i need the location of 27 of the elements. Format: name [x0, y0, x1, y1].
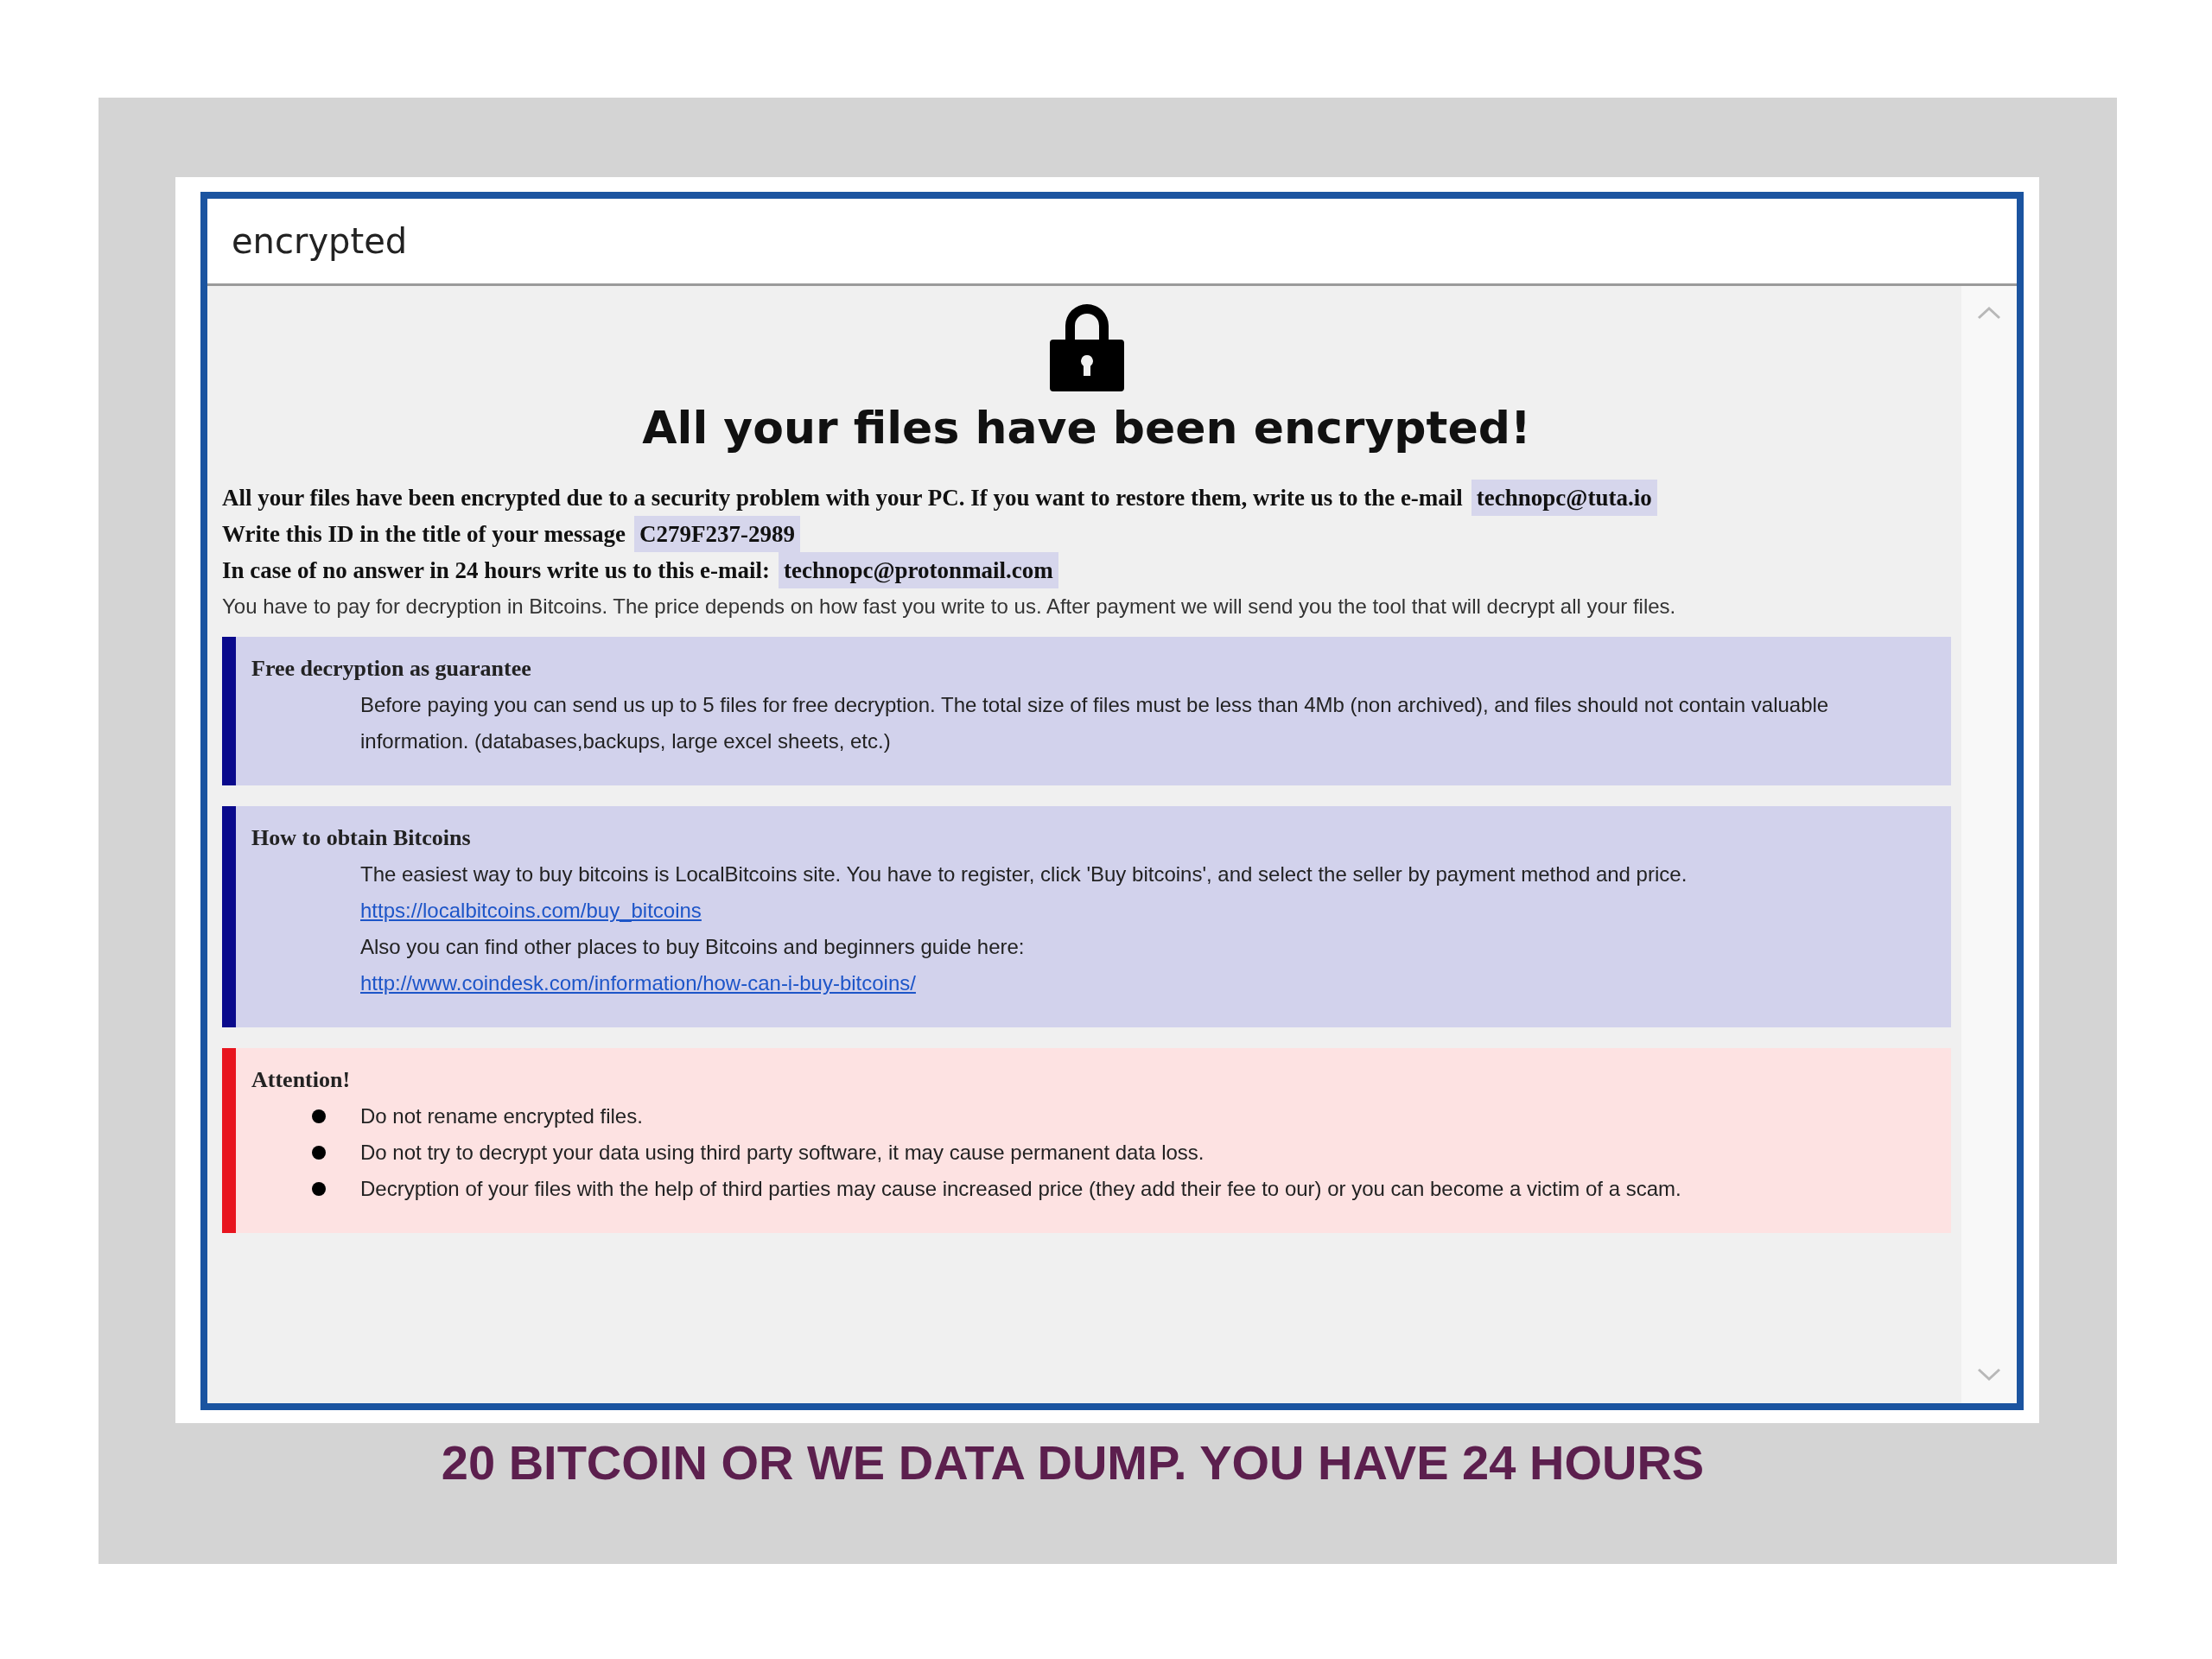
section-title: Free decryption as guarantee	[251, 655, 532, 683]
scroll-up-icon[interactable]	[1976, 305, 2002, 321]
contact-value: technopc@protonmail.com	[779, 552, 1058, 588]
payment-text: You have to pay for decryption in Bitcoins. The price depends on how fast you write to us. After payment we will send you the tool that will decrypt all your files.	[222, 594, 1677, 620]
window-title: encrypted	[232, 221, 408, 261]
section-title: Attention!	[251, 1066, 352, 1094]
scroll-down-icon[interactable]	[1976, 1367, 2002, 1382]
contact-label: In case of no answer in 24 hours write us to this e-mail:	[222, 556, 770, 585]
slide-caption: 20 BITCOIN OR WE DATA DUMP. YOU HAVE 24 HOURS	[441, 1434, 1706, 1491]
bullet-icon	[312, 1146, 326, 1160]
note-heading: All your files have been encrypted!	[641, 402, 1532, 454]
bullet-text: Do not rename encrypted files.	[360, 1103, 643, 1129]
bullet-icon	[312, 1182, 326, 1196]
scrollbar[interactable]	[1961, 286, 2017, 1403]
bullet-icon	[312, 1109, 326, 1123]
bullet-text: Decryption of your files with the help of third parties may cause increased price (they add their fee to our) or you can become a victim of a scam.	[360, 1176, 1681, 1202]
contact-label: All your files have been encrypted due to a security problem with your PC. If you want to restore them, write us to the e-mail	[222, 484, 1463, 512]
contact-label: Write this ID in the title of your message	[222, 520, 626, 549]
contact-value: C279F237-2989	[633, 516, 800, 552]
section-text: Also you can find other places to buy Bitcoins and beginners guide here:	[359, 934, 1026, 960]
section-text: The easiest way to buy bitcoins is LocalBitcoins site. You have to register, click 'Buy bitcoins', and select the seller by payment method and price.	[359, 861, 1688, 887]
bullet-text: Do not try to decrypt your data using third party software, it may cause permanent data loss.	[360, 1140, 1205, 1166]
section-text: Before paying you can send us up to 5 files for free decryption. The total size of files must be less than 4Mb (non archived), and files should not contain valuable information. (databases,backups, large excel sheets, etc.)	[359, 692, 1830, 754]
link[interactable]: http://www.coindesk.com/information/how-can-i-buy-bitcoins/	[360, 971, 916, 995]
section-title: How to obtain Bitcoins	[251, 824, 472, 852]
link[interactable]: https://localbitcoins.com/buy_bitcoins	[360, 899, 702, 922]
contact-value: technopc@tuta.io	[1471, 480, 1657, 516]
